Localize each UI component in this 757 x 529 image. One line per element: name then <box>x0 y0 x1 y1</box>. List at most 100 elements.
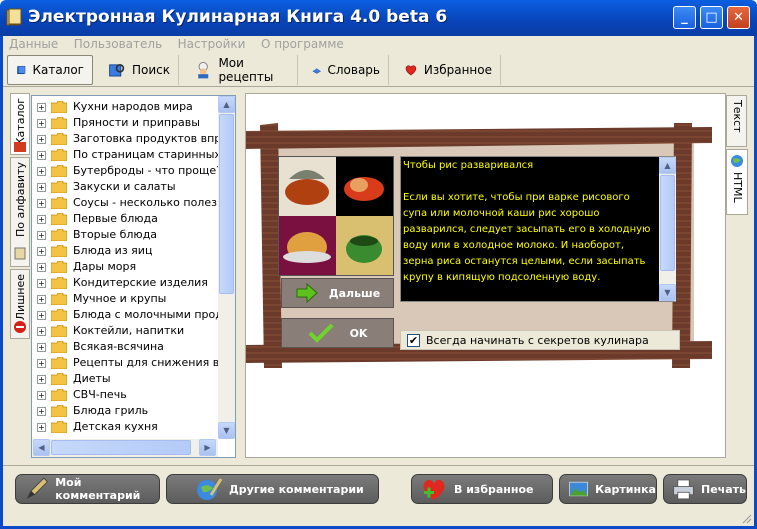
expand-toggle-icon[interactable]: + <box>37 311 46 320</box>
status-bar <box>3 510 754 526</box>
resize-grip-icon[interactable] <box>740 512 752 524</box>
menu-about[interactable]: О программе <box>255 36 350 52</box>
expand-toggle-icon[interactable]: + <box>37 119 46 128</box>
minimize-button[interactable]: _ <box>673 6 696 29</box>
favorites-button[interactable]: Избранное <box>396 55 501 85</box>
my-recipes-button[interactable]: Мои рецепты <box>186 55 298 85</box>
expand-toggle-icon[interactable]: + <box>37 407 46 416</box>
tab-extra[interactable]: Лишнее <box>10 269 30 339</box>
search-button[interactable]: Поиск <box>99 55 179 85</box>
always-start-checkbox[interactable]: ✔ <box>407 333 420 347</box>
tab-text[interactable]: Текст <box>726 95 747 147</box>
maximize-button[interactable]: □ <box>700 6 723 29</box>
tip-scroll-down[interactable]: ▼ <box>659 284 676 301</box>
tree-item[interactable]: + Кондитерские изделия <box>32 275 218 291</box>
tip-scroll-thumb[interactable] <box>660 175 675 271</box>
tip-scrollbar[interactable]: ▲ ▼ <box>659 157 676 301</box>
tree-item-label: Рецепты для снижения веса <box>73 356 218 369</box>
scroll-down-arrow[interactable]: ▼ <box>218 422 235 439</box>
expand-toggle-icon[interactable]: + <box>37 247 46 256</box>
tab-catalog-label: Каталог <box>14 98 27 146</box>
tip-text-box[interactable]: Чтобы рис разваривался Если вы хотите, ч… <box>400 156 676 302</box>
tree-item[interactable]: + Вторые блюда <box>32 227 218 243</box>
next-button[interactable]: Дальше <box>281 278 394 308</box>
scroll-up-arrow[interactable]: ▲ <box>218 96 235 113</box>
folder-icon <box>51 277 67 289</box>
tip-scroll-up[interactable]: ▲ <box>659 157 676 174</box>
my-comment-button[interactable]: Мой комментарий <box>15 474 160 504</box>
expand-toggle-icon[interactable]: + <box>37 231 46 240</box>
favorites-label: Избранное <box>423 63 492 77</box>
tree-item[interactable]: + Пряности и приправы <box>32 115 218 131</box>
tree-item[interactable]: + Блюда из яиц <box>32 243 218 259</box>
catalog-tree[interactable]: + Кухни народов мира + Пряности и приправы +… <box>31 95 236 458</box>
expand-toggle-icon[interactable]: + <box>37 199 46 208</box>
other-comments-button[interactable]: Другие комментарии <box>166 474 379 504</box>
tree-item[interactable]: + Бутерброды - что проще? <box>32 163 218 179</box>
add-favorite-button[interactable]: В избранное <box>411 474 553 504</box>
ok-button[interactable]: OK <box>281 318 394 348</box>
tree-item[interactable]: + Детская кухня <box>32 419 218 435</box>
expand-toggle-icon[interactable]: + <box>37 327 46 336</box>
tree-item[interactable]: + Соусы - несколько полезны <box>32 195 218 211</box>
picture-button[interactable]: Картинка <box>559 474 657 504</box>
tree-item[interactable]: + Заготовка продуктов впрок <box>32 131 218 147</box>
tree-item[interactable]: + Всякая-всячина <box>32 339 218 355</box>
expand-toggle-icon[interactable]: + <box>37 391 46 400</box>
tree-item[interactable]: + Блюда гриль <box>32 403 218 419</box>
tree-item[interactable]: + Мучное и крупы <box>32 291 218 307</box>
search-book-icon <box>109 63 125 77</box>
menu-data[interactable]: Данные <box>3 36 64 52</box>
tree-item-label: Пряности и приправы <box>73 116 200 129</box>
tree-item[interactable]: + Дары моря <box>32 259 218 275</box>
tab-alphabet-label: По алфавиту <box>14 162 27 237</box>
expand-toggle-icon[interactable]: + <box>37 279 46 288</box>
expand-toggle-icon[interactable]: + <box>37 167 46 176</box>
expand-toggle-icon[interactable]: + <box>37 263 46 272</box>
scroll-thumb[interactable] <box>219 114 234 294</box>
tree-item[interactable]: + Диеты <box>32 371 218 387</box>
expand-toggle-icon[interactable]: + <box>37 423 46 432</box>
tree-item[interactable]: + Рецепты для снижения веса <box>32 355 218 371</box>
tree-item[interactable]: + Первые блюда <box>32 211 218 227</box>
tree-item[interactable]: + По страницам старинных ку <box>32 147 218 163</box>
expand-toggle-icon[interactable]: + <box>37 359 46 368</box>
dictionary-button[interactable]: Словарь <box>304 55 389 85</box>
expand-toggle-icon[interactable]: + <box>37 151 46 160</box>
print-button[interactable]: Печать <box>663 474 747 504</box>
tree-list: + Кухни народов мира + Пряности и приправы +… <box>32 96 218 439</box>
expand-toggle-icon[interactable]: + <box>37 135 46 144</box>
catalog-button[interactable]: Каталог <box>7 55 93 85</box>
expand-toggle-icon[interactable]: + <box>37 343 46 352</box>
menu-settings[interactable]: Настройки <box>172 36 252 52</box>
expand-toggle-icon[interactable]: + <box>37 183 46 192</box>
expand-toggle-icon[interactable]: + <box>37 295 46 304</box>
tab-html[interactable]: HTML <box>726 149 748 215</box>
expand-toggle-icon[interactable]: + <box>37 375 46 384</box>
tree-item[interactable]: + Блюда с молочными продукт <box>32 307 218 323</box>
tree-item-label: По страницам старинных ку <box>73 148 218 161</box>
tree-item[interactable]: + Кухни народов мира <box>32 99 218 115</box>
tree-horizontal-scrollbar[interactable]: ◀ ▶ <box>32 439 218 457</box>
tree-item[interactable]: + Закуски и салаты <box>32 179 218 195</box>
clipboard-icon <box>14 247 26 260</box>
expand-toggle-icon[interactable]: + <box>37 103 46 112</box>
print-label: Печать <box>701 482 746 496</box>
search-label: Поиск <box>131 63 170 77</box>
tree-vertical-scrollbar[interactable]: ▲ ▼ <box>218 96 235 439</box>
tab-catalog[interactable]: Каталог <box>10 93 30 155</box>
always-start-row[interactable]: ✔ Всегда начинать с секретов кулинара <box>400 330 680 350</box>
scroll-left-arrow[interactable]: ◀ <box>33 439 50 456</box>
scroll-right-arrow[interactable]: ▶ <box>199 439 216 456</box>
folder-icon <box>51 117 67 129</box>
tree-item[interactable]: + Коктейли, напитки <box>32 323 218 339</box>
menu-user[interactable]: Пользователь <box>68 36 168 52</box>
tree-item-label: Заготовка продуктов впрок <box>73 132 218 145</box>
tree-item[interactable]: + СВЧ-печь <box>32 387 218 403</box>
tab-alphabet[interactable]: По алфавиту <box>10 157 30 267</box>
h-scroll-thumb[interactable] <box>51 440 191 455</box>
title-bar[interactable]: Электронная Кулинарная Книга 4.0 beta 6 … <box>0 0 757 36</box>
catalog-tab-icon <box>14 142 26 152</box>
close-button[interactable]: ✕ <box>727 6 750 29</box>
expand-toggle-icon[interactable]: + <box>37 215 46 224</box>
